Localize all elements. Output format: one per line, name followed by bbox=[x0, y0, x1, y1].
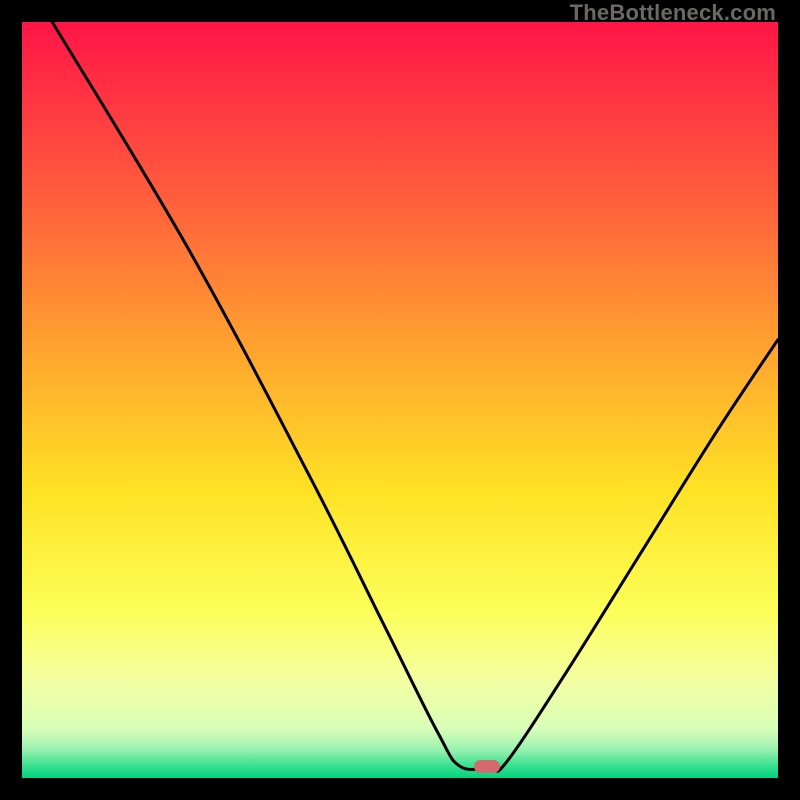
plot-area bbox=[22, 22, 778, 778]
bottleneck-curve bbox=[22, 22, 778, 778]
chart-container: TheBottleneck.com bbox=[0, 0, 800, 800]
optimal-point-marker bbox=[474, 760, 500, 774]
